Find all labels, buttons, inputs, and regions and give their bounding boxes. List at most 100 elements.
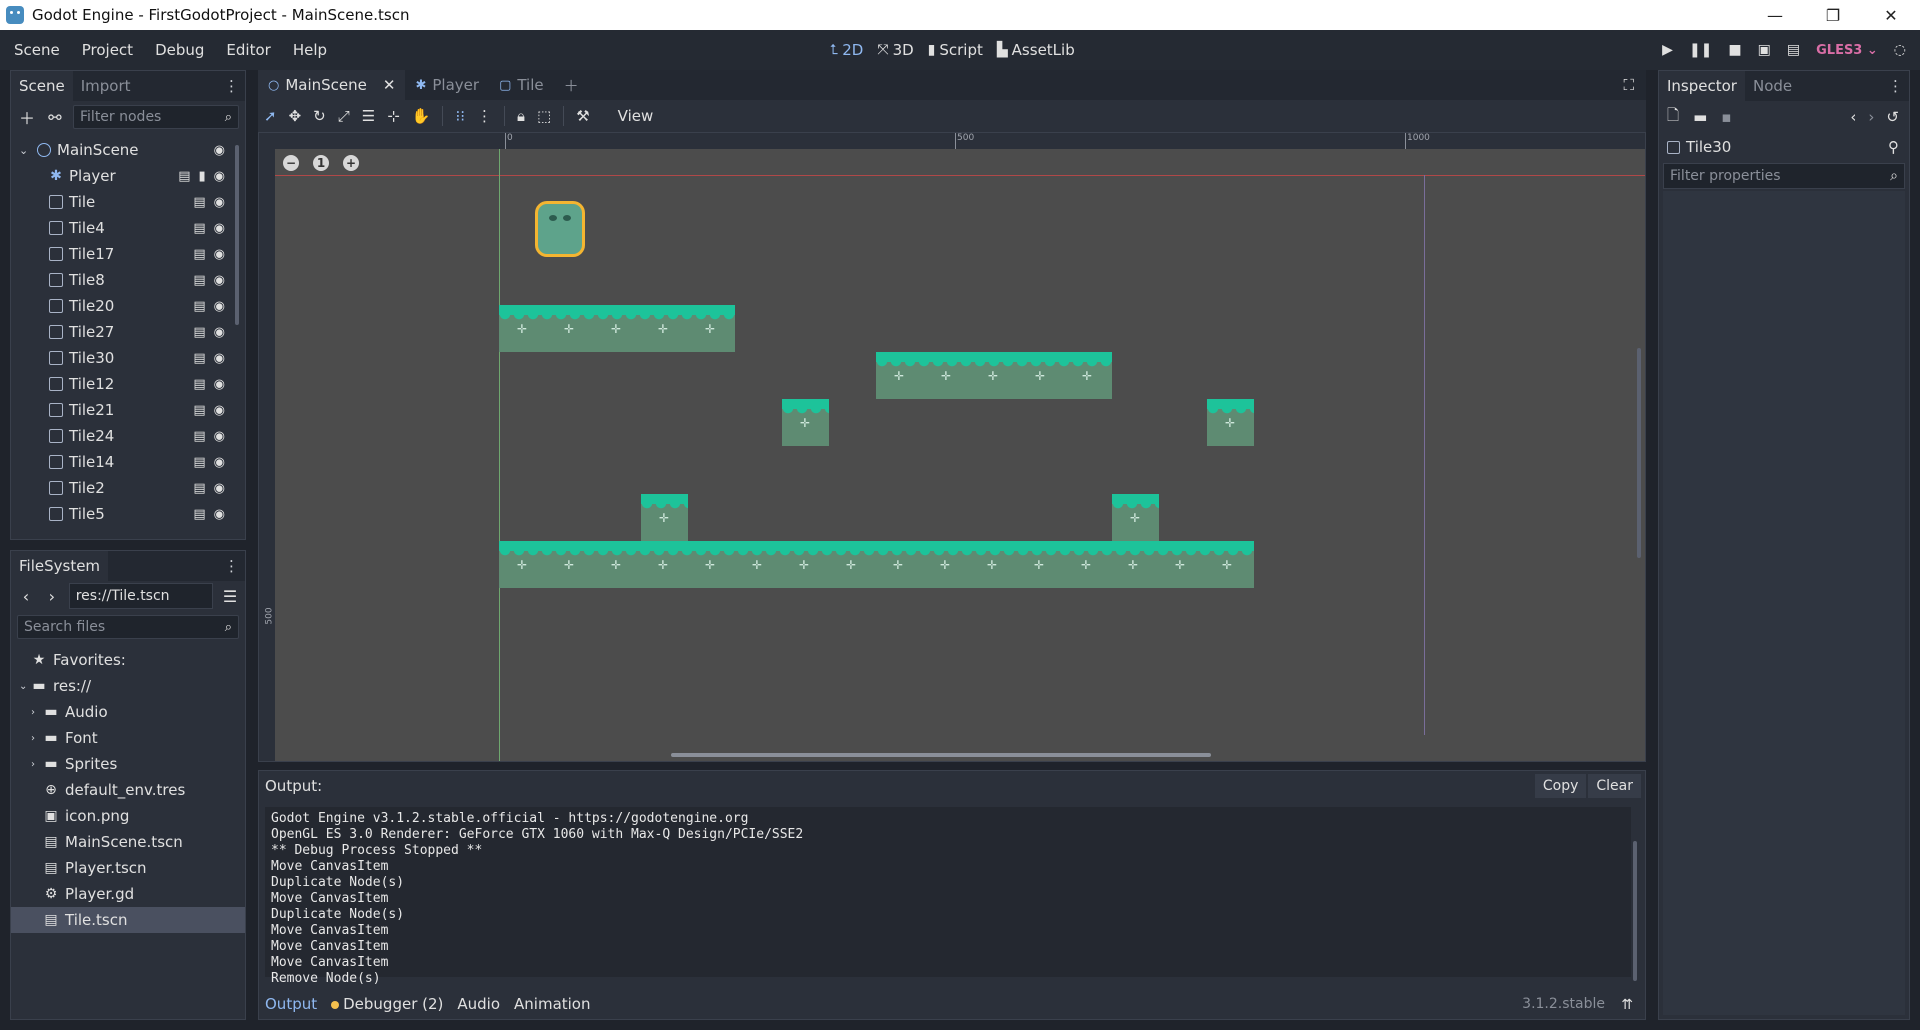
file-item-0[interactable]: ★ Favorites:: [11, 647, 245, 673]
back-icon[interactable]: ‹: [17, 587, 35, 606]
close-window-button[interactable]: ✕: [1862, 0, 1920, 30]
snap-options-icon[interactable]: ⋮: [477, 107, 492, 125]
visibility-eye-icon[interactable]: ◉: [214, 481, 225, 496]
tab-filesystem[interactable]: FileSystem: [11, 551, 109, 581]
scene-tree-scrollbar[interactable]: [235, 145, 239, 325]
new-tab-button[interactable]: ＋: [554, 70, 589, 100]
file-item-7[interactable]: ▤ MainScene.tscn: [11, 829, 245, 855]
inspector-menu-icon[interactable]: ⋮: [1888, 77, 1903, 95]
view-menu[interactable]: View: [618, 107, 654, 125]
visibility-eye-icon[interactable]: ◉: [214, 455, 225, 470]
workspace-assetlib-button[interactable]: ▙ AssetLib: [997, 41, 1075, 59]
visibility-eye-icon[interactable]: ◉: [214, 507, 225, 522]
canvas-viewport[interactable]: 0 500 1000 500 − 1 + ✛ ✛ ✛ ✛ ✛ ✛ ✛ ✛ ✛ ✛ ✛ ✛ ✛ ✛ ✛ ✛ ✛ ✛ ✛…: [258, 132, 1646, 762]
expand-arrow-icon[interactable]: ›: [31, 733, 43, 744]
script-icon[interactable]: ▮: [199, 169, 206, 184]
history-forward-icon[interactable]: ›: [1868, 108, 1874, 126]
scene-node-5[interactable]: Tile8 ▤ ◉: [11, 267, 245, 293]
open-scene-icon[interactable]: ▤: [193, 351, 205, 366]
forward-icon[interactable]: ›: [43, 587, 61, 606]
visibility-eye-icon[interactable]: ◉: [214, 429, 225, 444]
fullscreen-icon[interactable]: ⛶: [1623, 76, 1634, 94]
maximize-button[interactable]: ❐: [1804, 0, 1862, 30]
play-custom-scene-icon[interactable]: ▤: [1787, 42, 1800, 58]
output-scrollbar[interactable]: [1633, 841, 1637, 981]
path-field[interactable]: res://Tile.tscn: [68, 583, 214, 609]
scene-node-11[interactable]: Tile24 ▤ ◉: [11, 423, 245, 449]
split-view-icon[interactable]: ☰: [221, 587, 239, 606]
open-scene-icon[interactable]: ▤: [178, 169, 190, 184]
scene-node-9[interactable]: Tile12 ▤ ◉: [11, 371, 245, 397]
open-scene-icon[interactable]: ▤: [193, 247, 205, 262]
add-node-icon[interactable]: ＋: [17, 105, 37, 129]
renderer-select[interactable]: GLES3 ⌄: [1816, 43, 1878, 58]
scene-node-10[interactable]: Tile21 ▤ ◉: [11, 397, 245, 423]
tile-platform[interactable]: ✛: [641, 494, 688, 541]
visibility-eye-icon[interactable]: ◉: [214, 247, 225, 262]
tile-platform[interactable]: ✛ ✛ ✛ ✛ ✛ ✛ ✛ ✛ ✛ ✛ ✛ ✛ ✛ ✛ ✛ ✛: [499, 541, 1254, 588]
history-back-icon[interactable]: ‹: [1850, 108, 1856, 126]
menu-editor[interactable]: Editor: [218, 41, 278, 59]
file-item-9[interactable]: ⚙ Player.gd: [11, 881, 245, 907]
menu-debug[interactable]: Debug: [147, 41, 212, 59]
expand-arrow-icon[interactable]: ›: [31, 707, 43, 718]
tab-inspector[interactable]: Inspector: [1659, 71, 1745, 101]
filter-properties-input[interactable]: Filter properties ⌕: [1663, 163, 1905, 189]
open-scene-icon[interactable]: ▤: [193, 299, 205, 314]
filter-nodes-input[interactable]: Filter nodes ⌕: [73, 105, 239, 129]
tab-mainscene[interactable]: ○ MainScene ✕: [258, 70, 406, 100]
expand-arrow-icon[interactable]: ⌄: [19, 681, 31, 692]
scene-node-13[interactable]: Tile2 ▤ ◉: [11, 475, 245, 501]
tab-output[interactable]: Output: [265, 995, 317, 1013]
move-tool-icon[interactable]: ✥: [289, 107, 302, 125]
visibility-eye-icon[interactable]: ◉: [214, 325, 225, 340]
output-log[interactable]: Godot Engine v3.1.2.stable.official - ht…: [265, 807, 1631, 986]
tile-platform[interactable]: ✛ ✛ ✛ ✛ ✛: [876, 352, 1112, 399]
visibility-eye-icon[interactable]: ◉: [214, 195, 225, 210]
open-scene-icon[interactable]: ▤: [193, 377, 205, 392]
pivot-tool-icon[interactable]: ⊹: [387, 107, 400, 125]
open-scene-icon[interactable]: ▤: [193, 481, 205, 496]
scene-node-7[interactable]: Tile27 ▤ ◉: [11, 319, 245, 345]
player-sprite[interactable]: [531, 199, 589, 259]
open-scene-icon[interactable]: ▤: [193, 429, 205, 444]
history-icon[interactable]: ↺: [1886, 108, 1899, 126]
zoom-reset-button[interactable]: 1: [313, 155, 329, 171]
open-scene-icon[interactable]: ▤: [193, 455, 205, 470]
visibility-eye-icon[interactable]: ◉: [214, 221, 225, 236]
object-properties-icon[interactable]: ⚲: [1888, 138, 1899, 156]
pin-panel-icon[interactable]: ⇈: [1621, 997, 1633, 1013]
save-icon[interactable]: ▪: [1721, 108, 1731, 126]
open-scene-icon[interactable]: ▤: [193, 221, 205, 236]
scene-node-4[interactable]: Tile17 ▤ ◉: [11, 241, 245, 267]
scene-node-2[interactable]: Tile ▤ ◉: [11, 189, 245, 215]
group-icon[interactable]: ⬚: [537, 107, 551, 125]
file-item-10[interactable]: ▤ Tile.tscn: [11, 907, 245, 933]
clear-button[interactable]: Clear: [1588, 774, 1641, 798]
zoom-out-button[interactable]: −: [283, 155, 299, 171]
file-item-8[interactable]: ▤ Player.tscn: [11, 855, 245, 881]
pan-tool-icon[interactable]: ✋: [412, 107, 431, 125]
scene-node-14[interactable]: Tile5 ▤ ◉: [11, 501, 245, 527]
workspace-2d-button[interactable]: ⮤ 2D: [830, 41, 863, 59]
workspace-3d-button[interactable]: ⤧ 3D: [877, 41, 913, 59]
tile-platform[interactable]: ✛: [1112, 494, 1159, 541]
scene-node-12[interactable]: Tile14 ▤ ◉: [11, 449, 245, 475]
viewport-vscrollbar[interactable]: [1637, 348, 1641, 558]
collapse-arrow-icon[interactable]: ⌄: [19, 144, 31, 157]
menu-scene[interactable]: Scene: [6, 41, 68, 59]
close-icon[interactable]: ✕: [383, 76, 396, 94]
link-icon[interactable]: ⚯: [45, 108, 65, 127]
snap-toggle-icon[interactable]: ⁝⁝: [455, 107, 465, 125]
stop-icon[interactable]: ■: [1728, 42, 1741, 58]
menu-project[interactable]: Project: [74, 41, 141, 59]
scene-node-1[interactable]: ✱ Player ▤ ▮ ◉: [11, 163, 245, 189]
inspected-object[interactable]: Tile30 ⚲: [1659, 133, 1909, 161]
lock-icon[interactable]: 🔒︎: [517, 107, 525, 125]
tab-node[interactable]: Node: [1745, 71, 1800, 101]
tile-platform[interactable]: ✛: [1207, 399, 1254, 446]
tab-debugger[interactable]: Debugger (2): [331, 995, 443, 1013]
file-item-2[interactable]: › ▬ Audio: [11, 699, 245, 725]
open-scene-icon[interactable]: ▤: [193, 403, 205, 418]
visibility-eye-icon[interactable]: ◉: [214, 403, 225, 418]
